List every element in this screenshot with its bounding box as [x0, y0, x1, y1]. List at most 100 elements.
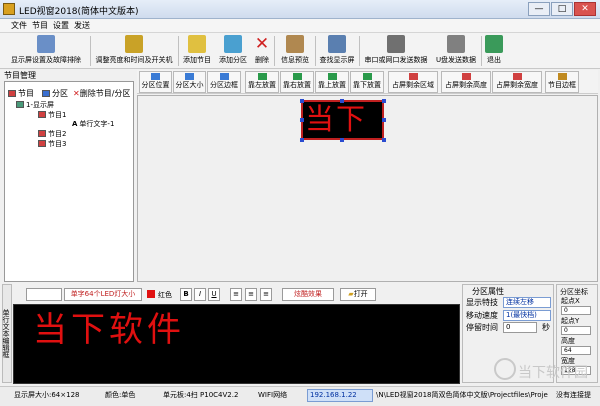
partition-position-button[interactable]: 分区位置 — [139, 71, 172, 93]
minimize-button[interactable]: — — [528, 2, 550, 16]
resize-handle[interactable] — [340, 99, 344, 103]
button-label: 分区位置 — [141, 81, 170, 89]
text-icon: A — [72, 120, 78, 128]
toolbar-add-program-button[interactable]: 添加节目 — [180, 34, 214, 68]
x-input[interactable]: 0 — [561, 306, 591, 315]
pause-label: 停留时间 — [466, 323, 498, 332]
button-label: 靠左放置 — [248, 81, 276, 89]
font-size-select[interactable]: 单字64个LED灯大小 — [64, 288, 142, 301]
y-input[interactable]: 0 — [561, 326, 591, 335]
toolbar-preview-button[interactable]: 信息预览 — [277, 34, 313, 68]
align-bottom-button[interactable]: 靠下放置 — [350, 71, 384, 93]
italic-button[interactable]: I — [194, 288, 206, 301]
resize-handle[interactable] — [382, 118, 386, 122]
toolbar-separator — [274, 36, 275, 66]
align-top-icon — [327, 73, 337, 80]
tree-node-single-text[interactable]: A 单行文字-1 — [72, 120, 114, 129]
send-serial-icon — [387, 35, 405, 53]
fill-remaining-width-button[interactable]: 占屏剩余宽度 — [492, 71, 542, 93]
tree-add-partition-button[interactable]: 分区 — [42, 89, 68, 98]
toolbar-delete-button[interactable]: ✕ 删除 — [252, 34, 272, 68]
tree-add-program-button[interactable]: 节目 — [8, 89, 34, 98]
resize-handle[interactable] — [382, 99, 386, 103]
open-file-button[interactable]: ▰打开 — [340, 288, 376, 301]
tree-node-program3[interactable]: 节目3 — [38, 140, 66, 149]
speed-select[interactable]: 1(最快档) — [503, 310, 551, 321]
tree-delete-button[interactable]: ✕删除节目/分区 — [73, 89, 130, 98]
x-label: 起点X — [561, 297, 580, 305]
toolbar-usb-send-button[interactable]: U盘发送数据 — [433, 34, 479, 68]
toolbar-label: 串口或网口发送数据 — [364, 56, 428, 64]
led-preview-text: 当下 — [305, 102, 368, 136]
toolbar-separator — [315, 36, 316, 66]
toolbar-find-display-button[interactable]: 查找显示屏 — [317, 34, 357, 68]
display-settings-icon — [37, 35, 55, 53]
align-left-text-button[interactable]: ≡ — [230, 288, 242, 301]
toolbar-add-partition-button[interactable]: 添加分区 — [216, 34, 250, 68]
program-border-button[interactable]: 节目边框 — [545, 71, 579, 93]
tree-node-display[interactable]: 1-显示屏 — [16, 101, 54, 110]
pause-input[interactable]: 0 — [503, 322, 537, 333]
toolbar-brightness-button[interactable]: 调整亮度和时间及开关机 — [92, 34, 176, 68]
toolbar-label: 删除 — [255, 56, 269, 64]
program-manager-header: 节目管理 — [4, 71, 36, 80]
resize-handle[interactable] — [300, 138, 304, 142]
menu-file[interactable]: 文件 — [11, 20, 27, 32]
menu-send[interactable]: 发送 — [74, 20, 90, 32]
status-color: 颜色:单色 — [105, 391, 136, 399]
close-button[interactable]: ✕ — [574, 2, 596, 16]
bold-button[interactable]: B — [180, 288, 192, 301]
menu-settings[interactable]: 设置 — [53, 20, 69, 32]
font-select[interactable] — [26, 288, 62, 301]
program-icon — [38, 130, 46, 137]
coords-title: 分区坐标 — [560, 288, 588, 296]
partition-icon — [42, 90, 50, 97]
status-board: 单元板:4扫 P10C4V2.2 — [163, 391, 239, 399]
align-bottom-icon — [362, 73, 372, 80]
maximize-button[interactable]: □ — [551, 2, 573, 16]
app-icon — [3, 3, 15, 15]
find-display-icon — [328, 35, 346, 53]
ip-address-select[interactable]: 192.168.1.22 — [307, 389, 373, 402]
tree-node-label: 节目3 — [48, 140, 67, 148]
display-icon — [16, 101, 24, 108]
partition-border-button[interactable]: 分区边框 — [207, 71, 241, 93]
tree-delete-label: 删除节目/分区 — [79, 89, 131, 98]
button-label: 靠上放置 — [318, 81, 346, 89]
effect-label: 显示特技 — [466, 298, 498, 307]
tree-add-program-label: 节目 — [18, 89, 34, 98]
fill-remaining-height-button[interactable]: 占屏剩余高度 — [441, 71, 491, 93]
delete-icon: ✕ — [73, 89, 80, 98]
button-label: 靠右放置 — [283, 81, 311, 89]
toolbar-exit-button[interactable]: 退出 — [484, 34, 504, 68]
button-label: 节目边框 — [548, 81, 576, 89]
resize-handle[interactable] — [340, 138, 344, 142]
effect-select[interactable]: 连续左移 — [503, 297, 551, 308]
resize-handle[interactable] — [382, 138, 386, 142]
delete-icon: ✕ — [254, 34, 270, 54]
height-input[interactable]: 64 — [561, 346, 591, 355]
resize-handle[interactable] — [300, 118, 304, 122]
toolbar-display-settings-button[interactable]: 显示屏设置及故障排除 — [4, 34, 88, 68]
align-right-button[interactable]: 靠右放置 — [280, 71, 314, 93]
menu-program[interactable]: 节目 — [32, 20, 48, 32]
align-top-button[interactable]: 靠上放置 — [315, 71, 349, 93]
tree-node-program2[interactable]: 节目2 — [38, 130, 66, 139]
editor-content: 当下软件 — [33, 310, 185, 350]
fill-remaining-area-button[interactable]: 占屏剩余区域 — [388, 71, 438, 93]
editor-side-label: 单行文本编辑框 — [2, 284, 12, 383]
cool-effect-button[interactable]: 炫酷效果 — [282, 288, 334, 301]
watermark-logo — [494, 358, 516, 380]
underline-button[interactable]: U — [208, 288, 220, 301]
toolbar-label: 添加节目 — [183, 56, 211, 64]
tree-node-program1[interactable]: 节目1 — [38, 111, 66, 120]
align-left-button[interactable]: 靠左放置 — [245, 71, 279, 93]
program-tree-panel — [4, 81, 134, 282]
partition-size-button[interactable]: 分区大小 — [173, 71, 206, 93]
color-swatch[interactable] — [147, 290, 155, 298]
program-icon — [38, 140, 46, 147]
toolbar-send-serial-button[interactable]: 串口或网口发送数据 — [361, 34, 431, 68]
align-right-text-button[interactable]: ≡ — [260, 288, 272, 301]
align-center-text-button[interactable]: ≡ — [245, 288, 257, 301]
resize-handle[interactable] — [300, 99, 304, 103]
